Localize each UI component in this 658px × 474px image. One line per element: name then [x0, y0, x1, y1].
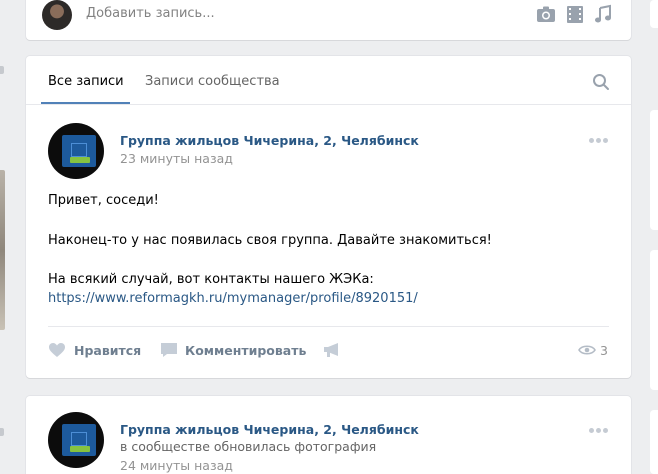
post-composer: Добавить запись...	[26, 0, 631, 40]
edge-photo	[0, 170, 5, 330]
video-icon[interactable]	[565, 4, 585, 24]
edge-block	[650, 110, 658, 230]
views-eye-icon	[578, 345, 596, 355]
post-timestamp[interactable]: 23 минуты назад	[120, 151, 233, 166]
right-column-edge	[650, 0, 658, 474]
music-icon[interactable]	[593, 4, 613, 24]
edge-marker	[0, 428, 4, 436]
share-megaphone-icon[interactable]	[323, 342, 341, 358]
comment-button[interactable]: Комментировать	[185, 343, 306, 358]
edge-block	[650, 250, 658, 390]
post-author-link[interactable]: Группа жильцов Чичерина, 2, Челябинск	[120, 133, 419, 148]
heart-icon[interactable]	[48, 342, 66, 358]
wall-feed: Все записи Записи сообщества Группа жиль…	[26, 56, 631, 378]
comment-icon[interactable]	[160, 342, 178, 358]
active-tab-indicator	[41, 102, 130, 104]
post-timestamp[interactable]: 24 минуты назад	[120, 458, 233, 473]
feed-tabs: Все записи Записи сообщества	[26, 56, 631, 105]
post-text-line: Привет, соседи!	[48, 193, 159, 208]
post-subtitle: в сообществе обновилась фотография	[120, 439, 377, 454]
post-author-link[interactable]: Группа жильцов Чичерина, 2, Челябинск	[120, 422, 419, 437]
edge-block	[650, 0, 658, 28]
edge-marker	[0, 66, 4, 74]
community-avatar[interactable]	[48, 412, 104, 468]
post-text-line: Наконец-то у нас появилась своя группа. …	[48, 233, 492, 248]
new-post-input[interactable]: Добавить запись...	[86, 6, 215, 21]
search-icon[interactable]	[592, 73, 610, 91]
community-avatar[interactable]	[48, 123, 104, 179]
post-more-icon[interactable]	[589, 428, 609, 434]
post-text-line: На всякий случай, вот контакты нашего ЖЭ…	[48, 272, 374, 287]
like-button[interactable]: Нравится	[74, 343, 141, 358]
tab-all-posts[interactable]: Все записи	[48, 74, 124, 89]
post-external-link[interactable]: https://www.reformagkh.ru/mymanager/prof…	[48, 291, 418, 306]
views-count: 3	[600, 343, 608, 358]
tab-community-posts[interactable]: Записи сообщества	[145, 74, 280, 89]
post-more-icon[interactable]	[589, 138, 609, 144]
left-column-edge	[0, 0, 6, 474]
post-divider	[48, 326, 609, 327]
avatar[interactable]	[42, 0, 72, 30]
wall-post: Группа жильцов Чичерина, 2, Челябинск в …	[26, 396, 631, 474]
camera-icon[interactable]	[536, 4, 556, 24]
edge-block	[650, 410, 658, 474]
